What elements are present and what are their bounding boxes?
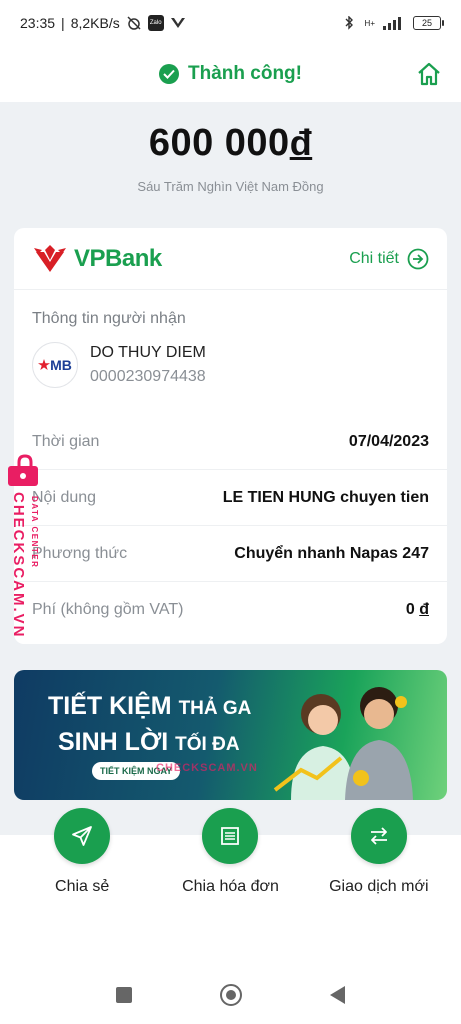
detail-link-label: Chi tiết [349,249,399,267]
swap-arrows-icon [370,827,387,845]
banner-line2-big: SINH LỜI [58,728,169,756]
battery-icon: 25 [413,16,444,30]
recents-button[interactable] [116,986,132,1003]
info-row-method: Phương thức Chuyển nhanh Napas 247 [14,526,447,582]
checkscam-watermark: CHECKSCAM.VN DATA CENTER [4,454,48,654]
status-left: 23:35 | 8,2KB/s Zalo [20,15,186,31]
mb-star-icon [38,359,51,370]
signal-icon [383,17,401,30]
content-value: LE TIEN HUNG chuyen tien [222,488,429,506]
banner-line2-small: TỐI ĐA [175,734,240,755]
share-action[interactable]: Chia sẻ [12,808,152,955]
home-icon[interactable] [415,60,443,88]
check-circle-icon [159,64,179,84]
header-title-text: Thành công! [188,63,302,84]
recipient-section: Thông tin người nhận MB DO THUY DIEM 000… [14,290,447,408]
detail-link[interactable]: Chi tiết [349,248,429,270]
banner-line-2: SINH LỜI TỐI ĐA [58,728,240,757]
new-transaction-action[interactable]: Giao dịch mới [309,808,449,955]
receipt-icon [221,827,240,845]
amount-section: 600 000đ Sáu Trăm Nghìn Việt Nam Đồng [0,122,461,194]
back-button[interactable] [330,985,345,1004]
bluetooth-icon [345,16,353,30]
banner-line1-small: THẢ GA [178,698,252,719]
info-row-fee: Phí (không gồm VAT) 0 đ [14,582,447,638]
info-row-content: Nội dung LE TIEN HUNG chuyen tien [14,470,447,526]
fee-currency: đ [419,601,429,618]
status-right: H+ 25 [341,16,444,30]
success-title: Thành công! [159,63,302,85]
receipt-content: 600 000đ Sáu Trăm Nghìn Việt Nam Đồng VP… [0,102,461,835]
status-divider: | [61,15,65,31]
fee-label: Phí (không gồm VAT) [32,601,184,618]
battery-level: 25 [421,18,432,28]
recipient-row: MB DO THUY DIEM 0000230974438 [32,342,429,388]
new-transaction-button[interactable] [350,808,407,864]
info-row-time: Thời gian 07/04/2023 [14,404,447,470]
status-speed: 8,2KB/s [70,15,120,31]
bank-row: VPBank Chi tiết [14,228,447,290]
split-bill-action[interactable]: Chia hóa đơn [160,808,300,955]
share-button[interactable] [54,808,111,864]
method-value: Chuyển nhanh Napas 247 [234,544,429,562]
bank-name: VPBank [74,244,162,272]
send-icon [72,826,93,846]
new-transaction-label: Giao dịch mới [329,878,429,895]
action-bar: Chia sẻ Chia hóa đơn Giao dịch mới [0,808,461,955]
time-value: 07/04/2023 [348,432,429,450]
recipient-title: Thông tin người nhận [32,310,186,327]
transaction-details-card: Thời gian 07/04/2023 Nội dung LE TIEN HU… [14,404,447,644]
recipient-account: 0000230974438 [90,368,206,385]
amount-value: 600 000 [148,122,290,164]
split-bill-label: Chia hóa đơn [182,878,279,895]
recipient-name: DO THUY DIEM [90,344,206,361]
fee-value: 0 [405,601,415,618]
vpbank-mini-icon [170,18,185,28]
amount-in-words: Sáu Trăm Nghìn Việt Nam Đồng [137,179,324,194]
status-bar: 23:35 | 8,2KB/s Zalo H+ 25 [0,0,461,46]
amount-display: 600 000đ [0,122,461,165]
banner-line1-big: TIẾT KIỆM [48,692,172,720]
zalo-icon: Zalo [147,15,164,31]
banner-watermark: CHECKSCAM.VN [156,762,258,774]
network-type: H+ [364,18,375,28]
lock-icon [8,454,38,486]
vpbank-flower-icon [34,244,66,272]
promo-banner[interactable]: TIẾT KIỆM THẢ GA SINH LỜI TỐI ĐA TIẾT KI… [14,670,447,800]
fee-value-wrap: 0 đ [406,601,429,619]
mb-bank-logo: MB [32,342,78,388]
share-label: Chia sẻ [55,878,110,895]
mb-logo-text: MB [50,357,72,373]
amount-currency: đ [289,122,313,163]
watermark-main-text: CHECKSCAM.VN [10,492,27,639]
alarm-off-icon [127,16,141,30]
system-nav-bar [0,965,461,1024]
header: Thành công! [0,46,461,102]
banner-line-1: TIẾT KIỆM THẢ GA [48,692,251,721]
time-label: Thời gian [32,432,100,450]
couple-illustration-icon [273,687,413,800]
watermark-sub-text: DATA CENTER [30,496,39,569]
vpbank-logo: VPBank [32,244,162,274]
recipient-info: DO THUY DIEM 0000230974438 [90,344,206,386]
home-nav-button[interactable] [220,983,242,1006]
split-bill-button[interactable] [202,808,259,864]
status-time: 23:35 [20,15,56,31]
arrow-right-circle-icon [407,248,429,269]
